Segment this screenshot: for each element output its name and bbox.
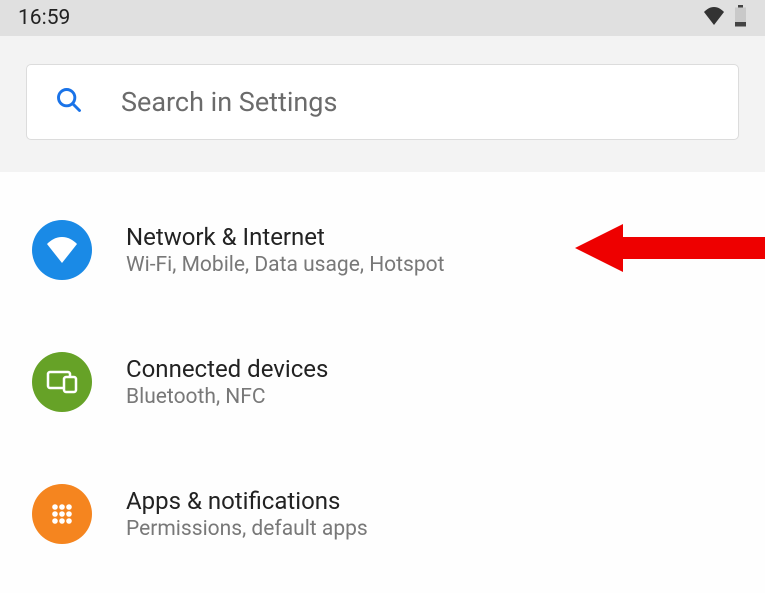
setting-item-connected-devices[interactable]: Connected devices Bluetooth, NFC xyxy=(0,334,765,430)
battery-icon xyxy=(734,5,747,31)
setting-subtitle: Permissions, default apps xyxy=(126,517,368,541)
setting-title: Apps & notifications xyxy=(126,487,368,515)
search-section: Search in Settings xyxy=(0,36,765,172)
setting-title: Network & Internet xyxy=(126,223,445,251)
setting-subtitle: Bluetooth, NFC xyxy=(126,385,328,409)
setting-item-apps[interactable]: Apps & notifications Permissions, defaul… xyxy=(0,466,765,562)
wifi-status-icon xyxy=(702,6,726,30)
setting-text: Connected devices Bluetooth, NFC xyxy=(126,355,328,409)
search-icon xyxy=(55,86,83,118)
devices-icon xyxy=(32,352,92,412)
status-bar: 16:59 xyxy=(0,0,765,36)
settings-list: Network & Internet Wi-Fi, Mobile, Data u… xyxy=(0,172,765,562)
setting-text: Network & Internet Wi-Fi, Mobile, Data u… xyxy=(126,223,445,277)
wifi-icon xyxy=(32,220,92,280)
status-time: 16:59 xyxy=(18,6,70,30)
status-icons xyxy=(702,5,747,31)
setting-subtitle: Wi-Fi, Mobile, Data usage, Hotspot xyxy=(126,253,445,277)
arrow-annotation xyxy=(575,220,765,280)
search-bar[interactable]: Search in Settings xyxy=(26,64,739,140)
setting-title: Connected devices xyxy=(126,355,328,383)
setting-item-network[interactable]: Network & Internet Wi-Fi, Mobile, Data u… xyxy=(0,202,765,298)
search-placeholder: Search in Settings xyxy=(121,86,337,118)
apps-icon xyxy=(32,484,92,544)
setting-text: Apps & notifications Permissions, defaul… xyxy=(126,487,368,541)
